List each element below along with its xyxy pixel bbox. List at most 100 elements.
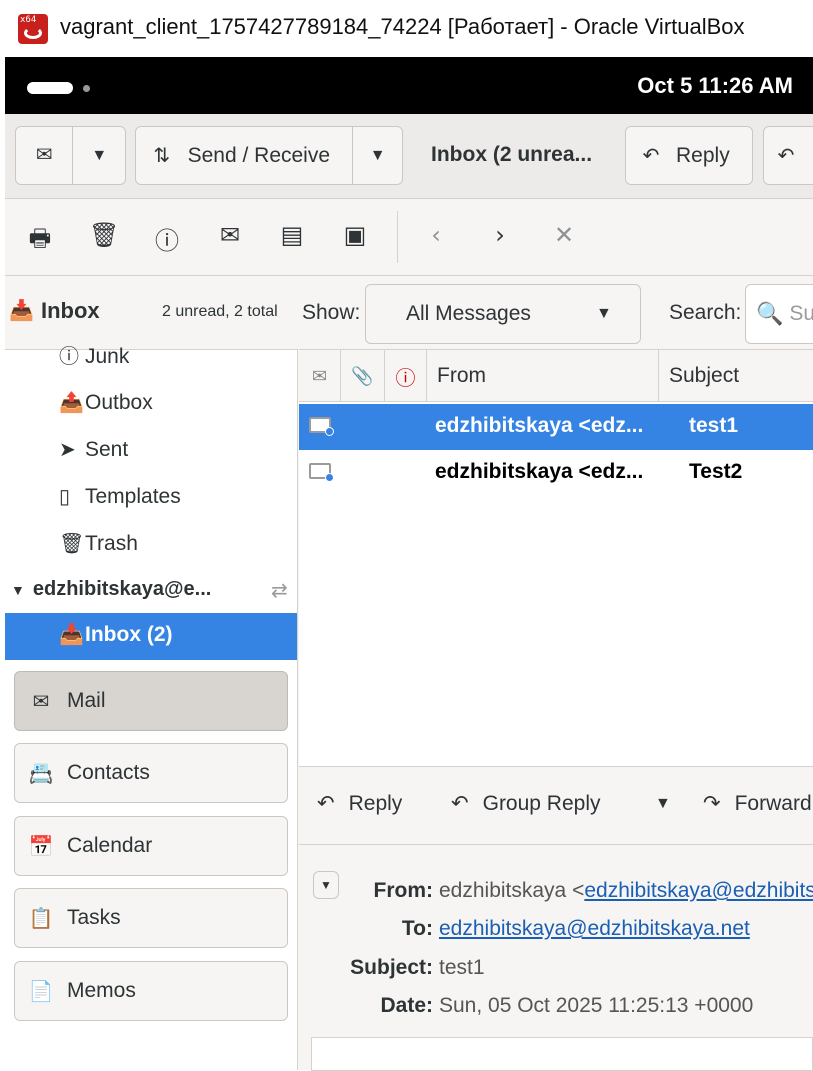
nav-calendar[interactable]: 📅 Calendar — [14, 816, 288, 876]
toolbar-separator — [397, 211, 398, 263]
stop-icon[interactable]: ✕ — [549, 221, 579, 249]
show-label: Show: — [302, 301, 361, 324]
from-value: edzhibitskaya <edzhibitskaya@edzhibits — [439, 879, 813, 903]
message-row[interactable]: edzhibitskaya <edz... Test2 — [299, 450, 813, 496]
gnome-top-bar: Oct 5 11:26 AM — [5, 57, 813, 114]
reply-icon: ↶ — [317, 792, 335, 815]
message-row[interactable]: edzhibitskaya <edz... test1 — [299, 404, 813, 450]
date-label: Date: — [380, 994, 433, 1017]
date-value: Sun, 05 Oct 2025 11:25:13 +0000 — [439, 994, 754, 1017]
col-attachment[interactable]: 📎 — [341, 350, 385, 402]
folder-junk[interactable]: ⓘ Junk — [59, 340, 129, 370]
trash-icon[interactable]: 🗑 — [89, 221, 119, 249]
search-icon: 🔍 — [756, 301, 784, 326]
to-label: To: — [401, 917, 433, 940]
nav-memos[interactable]: 📄 Memos — [14, 961, 288, 1021]
col-subject[interactable]: Subject — [659, 350, 813, 402]
evolution-window: ✉ ▼ ⇅ Send / Receive ▼ Inbox (2 unrea...… — [5, 114, 813, 1071]
column-header: ✉ 📎 ⓘ From Subject — [299, 350, 813, 402]
unread-envelope-icon — [309, 463, 334, 482]
memos-icon: 📄 — [28, 980, 54, 1003]
folder-outbox[interactable]: 📤Outbox — [59, 390, 153, 415]
reply-all-icon: ↶ — [777, 145, 795, 167]
chevron-down-icon: ▼ — [596, 305, 612, 322]
main-toolbar: ✉ ▼ ⇅ Send / Receive ▼ Inbox (2 unrea...… — [5, 114, 813, 199]
folder-status-title: Inbox (2 unrea... — [431, 143, 593, 166]
new-message-button[interactable]: ✉ ▼ — [15, 126, 126, 185]
chevron-down-icon[interactable]: ▼ — [655, 795, 671, 813]
folder-header-title: Inbox — [41, 298, 100, 323]
clock[interactable]: Oct 5 11:26 AM — [637, 73, 793, 99]
group-reply-button[interactable]: ↶ — [763, 126, 813, 185]
folder-header: 📥 Inbox 2 unread, 2 total — [5, 276, 298, 350]
not-junk-icon[interactable]: ✉ — [215, 221, 245, 249]
forward-icon: ↷ — [703, 792, 721, 815]
chevron-down-icon[interactable]: ▼ — [352, 127, 402, 184]
subject-value: test1 — [439, 956, 485, 979]
virtualbox-app-icon: x64 — [18, 14, 48, 44]
search-input[interactable]: 🔍 Su — [745, 284, 813, 344]
important-icon: ⓘ — [395, 367, 416, 390]
account-row[interactable]: ▼ edzhibitskaya@e... — [11, 578, 211, 601]
folder-sent[interactable]: ➤ Sent — [59, 437, 128, 462]
col-status[interactable]: ✉ — [299, 350, 341, 402]
paperclip-icon: 📎 — [351, 365, 374, 386]
reply-label: Reply — [676, 143, 730, 167]
folder-header-counts: 2 unread, 2 total — [162, 303, 278, 320]
preview-forward-button[interactable]: ↷ Forward — [703, 791, 812, 816]
unread-envelope-icon — [309, 417, 334, 436]
send-receive-button[interactable]: ⇅ Send / Receive ▼ — [135, 126, 403, 185]
window-titlebar: x64 vagrant_client_1757427789184_74224 [… — [0, 0, 813, 57]
next-icon[interactable]: › — [485, 221, 515, 249]
folder-sidebar: 📥 Inbox 2 unread, 2 total ⓘ Junk 📤Outbox … — [5, 276, 298, 1070]
send-receive-icon: ⇅ — [153, 145, 171, 167]
folder-templates[interactable]: ▯ Templates — [59, 484, 181, 509]
junk-icon: ⓘ — [59, 346, 79, 368]
nav-contacts[interactable]: 📇 Contacts — [14, 743, 288, 803]
trash-icon: 🗑 — [59, 533, 85, 555]
templates-icon: ▯ — [59, 486, 71, 508]
image-icon[interactable]: ▣ — [340, 221, 370, 249]
contacts-icon: 📇 — [28, 762, 54, 785]
col-important[interactable]: ⓘ — [385, 350, 427, 402]
junk-icon[interactable]: ⓘ — [152, 221, 182, 256]
window-title: vagrant_client_1757427789184_74224 [Рабо… — [60, 14, 745, 39]
sync-icon[interactable]: ⇄ — [271, 578, 288, 602]
envelope-icon: ✉ — [311, 365, 328, 386]
mail-new-icon: ✉ — [16, 127, 74, 184]
mail-icon: ✉ — [32, 690, 50, 713]
tasks-icon: 📋 — [28, 907, 54, 930]
nav-tasks[interactable]: 📋 Tasks — [14, 888, 288, 948]
reply-all-icon: ↶ — [451, 792, 469, 815]
from-email-link[interactable]: edzhibitskaya@edzhibits — [584, 879, 813, 902]
headers-toggle[interactable]: ▼ — [313, 871, 339, 899]
subject-label: Subject: — [350, 956, 433, 979]
reply-icon: ↶ — [642, 145, 660, 167]
nav-mail[interactable]: ✉ Mail — [14, 671, 288, 731]
to-email-link[interactable]: edzhibitskaya@edzhibitskaya.net — [439, 917, 750, 941]
filter-bar: Show: All Messages ▼ Search: 🔍 Su — [299, 276, 813, 350]
workspace-dot — [83, 85, 90, 92]
show-dropdown-value: All Messages — [406, 302, 531, 325]
show-dropdown[interactable]: All Messages ▼ — [365, 284, 641, 344]
archive-icon[interactable]: ▤ — [277, 221, 307, 249]
previous-icon[interactable]: ‹ — [421, 221, 451, 249]
message-list-pane: Show: All Messages ▼ Search: 🔍 Su ✉ 📎 ⓘ … — [299, 276, 813, 766]
folder-trash[interactable]: 🗑Trash — [59, 531, 138, 556]
preview-group-reply-button[interactable]: ↶ Group Reply — [451, 791, 601, 816]
col-from[interactable]: From — [427, 350, 659, 402]
activities-indicator[interactable] — [27, 82, 73, 94]
sent-icon: ➤ — [59, 439, 76, 461]
preview-toolbar: ↶ Reply ↶ Group Reply ▼ ↷ Forward — [299, 767, 813, 845]
inbox-icon: 📥 — [59, 624, 84, 646]
print-icon[interactable]: 🖶 — [25, 221, 55, 262]
send-receive-label: Send / Receive — [187, 143, 331, 167]
search-label: Search: — [669, 301, 742, 324]
expander-icon[interactable]: ▼ — [11, 582, 25, 598]
calendar-icon: 📅 — [28, 835, 54, 858]
message-toolbar: 🖶 🗑 ⓘ ✉ ▤ ▣ ‹ › ✕ — [5, 199, 813, 276]
preview-reply-button[interactable]: ↶ Reply — [317, 791, 402, 816]
folder-inbox-selected[interactable]: 📥Inbox (2) — [5, 613, 297, 660]
reply-button[interactable]: ↶ Reply — [625, 126, 753, 185]
chevron-down-icon[interactable]: ▼ — [73, 147, 125, 165]
